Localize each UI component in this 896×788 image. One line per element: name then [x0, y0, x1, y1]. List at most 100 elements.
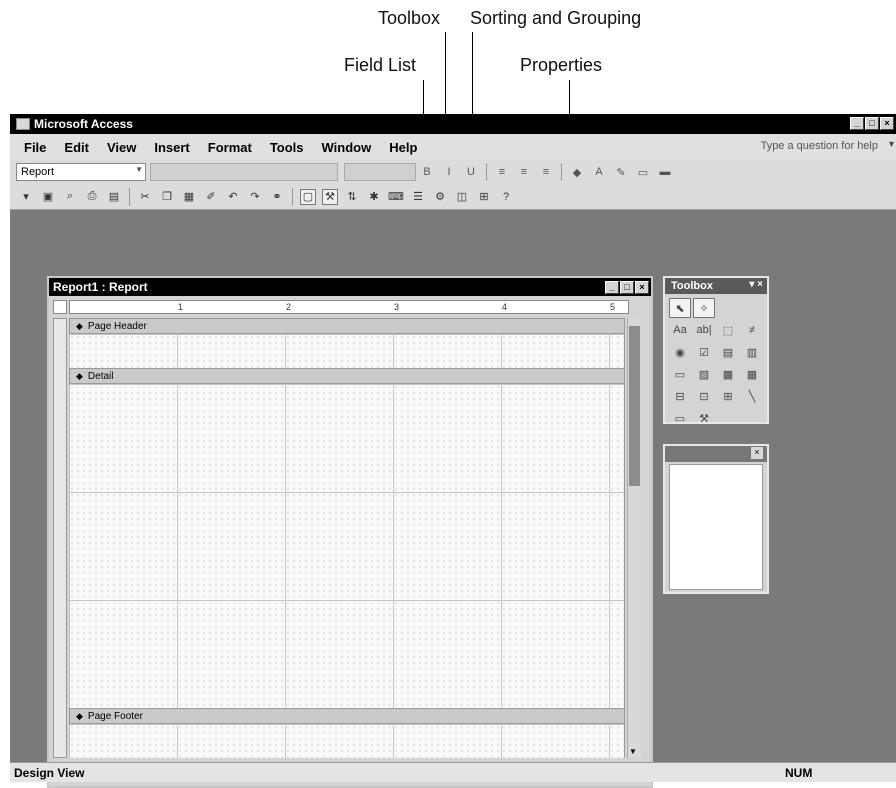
- page-header-grid[interactable]: [69, 334, 625, 368]
- font-name-combo[interactable]: [150, 163, 338, 181]
- option-button-icon[interactable]: ◉: [669, 342, 691, 362]
- unbound-frame-icon[interactable]: ▩: [717, 364, 739, 384]
- field-list-callout: Field List: [344, 55, 417, 75]
- save-icon[interactable]: ▣: [40, 189, 56, 205]
- italic-icon[interactable]: I: [441, 164, 457, 180]
- label-icon[interactable]: Aa: [669, 320, 691, 340]
- restore-button[interactable]: □: [865, 117, 879, 130]
- page-break-icon[interactable]: ⊟: [669, 386, 691, 406]
- properties-icon[interactable]: ☰: [410, 189, 426, 205]
- align-left-icon[interactable]: ≡: [494, 164, 510, 180]
- hyperlink-icon[interactable]: ⚭: [269, 189, 285, 205]
- toolbox-close-icon[interactable]: ▾ ×: [749, 279, 763, 290]
- vertical-ruler: [53, 318, 67, 758]
- autoformat-icon[interactable]: ✱: [366, 189, 382, 205]
- underline-icon[interactable]: U: [463, 164, 479, 180]
- bound-frame-icon[interactable]: ▦: [741, 364, 763, 384]
- menu-format[interactable]: Format: [208, 140, 252, 155]
- font-size-combo[interactable]: [344, 163, 416, 181]
- redo-icon[interactable]: ↷: [247, 189, 263, 205]
- print-preview-icon[interactable]: ▤: [106, 189, 122, 205]
- list-box-icon[interactable]: ▥: [741, 342, 763, 362]
- view-icon[interactable]: ▾: [18, 189, 34, 205]
- report-title: Report1 : Report: [53, 280, 148, 294]
- formatting-toolbar: Report ▼ B I U ≡ ≡ ≡ ◆ A ✎ ▭ ▬: [10, 160, 896, 184]
- format-painter-icon[interactable]: ✐: [203, 189, 219, 205]
- search-icon[interactable]: ⌕: [62, 189, 78, 205]
- text-box-icon[interactable]: ab|: [693, 320, 715, 340]
- code-icon[interactable]: ⌨: [388, 189, 404, 205]
- report-restore-button[interactable]: □: [620, 281, 634, 294]
- more-controls-icon[interactable]: ⚒: [693, 408, 715, 428]
- field-list-close-icon[interactable]: ×: [751, 447, 763, 459]
- app-title: Microsoft Access: [34, 117, 133, 131]
- object-combo[interactable]: Report ▼: [16, 163, 146, 181]
- font-color-icon[interactable]: A: [591, 164, 607, 180]
- scroll-down-icon[interactable]: ▼: [629, 747, 637, 756]
- toolbox-palette: Toolbox ▾ × ⬉ ✧ Aa ab| ⬚ ≠ ◉ ☑ ▤ ▥ ▭ ▨ ▩…: [663, 276, 769, 425]
- field-list-body[interactable]: [669, 464, 763, 590]
- field-list-icon[interactable]: ▢: [300, 188, 316, 205]
- report-minimize-button[interactable]: _: [605, 281, 619, 294]
- menu-window[interactable]: Window: [322, 140, 372, 155]
- rectangle-icon[interactable]: ▭: [669, 408, 691, 428]
- select-pointer-icon[interactable]: ⬉: [669, 298, 691, 318]
- build-icon[interactable]: ⚙: [432, 189, 448, 205]
- toolbox-icon[interactable]: ⚒: [322, 188, 338, 205]
- paste-icon[interactable]: ▦: [181, 189, 197, 205]
- toggle-icon[interactable]: ≠: [741, 320, 763, 340]
- sorting-grouping-icon[interactable]: ⇅: [344, 189, 360, 205]
- toolbox-titlebar[interactable]: Toolbox ▾ ×: [665, 278, 767, 294]
- special-effect-icon[interactable]: ▬: [657, 164, 673, 180]
- vertical-scroll-thumb[interactable]: [629, 326, 640, 486]
- blank-tool: [741, 298, 763, 318]
- app-titlebar: Microsoft Access _ □ ×: [10, 114, 896, 134]
- copy-icon[interactable]: ❐: [159, 189, 175, 205]
- menu-tools[interactable]: Tools: [270, 140, 304, 155]
- status-num-indicator: NUM: [785, 766, 813, 780]
- ruler-tick: 1: [178, 302, 184, 312]
- close-button[interactable]: ×: [880, 117, 894, 130]
- status-mode: Design View: [14, 765, 85, 780]
- page-header-section-bar[interactable]: ◆ Page Header: [69, 318, 625, 334]
- new-object-icon[interactable]: ⊞: [476, 189, 492, 205]
- menu-insert[interactable]: Insert: [154, 140, 189, 155]
- wizard-icon[interactable]: ✧: [693, 298, 715, 318]
- line-color-icon[interactable]: ✎: [613, 164, 629, 180]
- align-right-icon[interactable]: ≡: [538, 164, 554, 180]
- minimize-button[interactable]: _: [850, 117, 864, 130]
- undo-icon[interactable]: ↶: [225, 189, 241, 205]
- option-group-icon[interactable]: ⬚: [717, 320, 739, 340]
- vertical-scrollbar[interactable]: ▼: [627, 318, 641, 758]
- section-marker-icon: ◆: [76, 320, 83, 331]
- cut-icon[interactable]: ✂: [137, 189, 153, 205]
- fill-color-icon[interactable]: ◆: [569, 164, 585, 180]
- combo-box-icon[interactable]: ▤: [717, 342, 739, 362]
- menu-view[interactable]: View: [107, 140, 136, 155]
- menu-help[interactable]: Help: [389, 140, 417, 155]
- field-list-titlebar[interactable]: ×: [665, 446, 767, 462]
- report-close-button[interactable]: ×: [635, 281, 649, 294]
- line-width-icon[interactable]: ▭: [635, 164, 651, 180]
- line-icon[interactable]: ╲: [741, 386, 763, 406]
- help-question-box[interactable]: Type a question for help: [761, 140, 878, 152]
- bold-icon[interactable]: B: [419, 164, 435, 180]
- align-center-icon[interactable]: ≡: [516, 164, 532, 180]
- check-box-icon[interactable]: ☑: [693, 342, 715, 362]
- report-selector[interactable]: [53, 300, 67, 314]
- tab-control-icon[interactable]: ⊡: [693, 386, 715, 406]
- print-icon[interactable]: ⎙: [84, 189, 100, 205]
- database-window-icon[interactable]: ◫: [454, 189, 470, 205]
- ruler-tick: 4: [502, 302, 508, 312]
- image-icon[interactable]: ▨: [693, 364, 715, 384]
- detail-section-bar[interactable]: ◆ Detail: [69, 368, 625, 384]
- menu-file[interactable]: File: [24, 140, 46, 155]
- page-footer-section-bar[interactable]: ◆ Page Footer: [69, 708, 625, 724]
- menu-edit[interactable]: Edit: [64, 140, 89, 155]
- page-footer-grid[interactable]: [69, 724, 625, 758]
- detail-grid[interactable]: [69, 384, 625, 708]
- command-button-icon[interactable]: ▭: [669, 364, 691, 384]
- subform-icon[interactable]: ⊞: [717, 386, 739, 406]
- help-dropdown-icon[interactable]: ▾: [889, 139, 894, 150]
- help-icon[interactable]: ?: [498, 189, 514, 205]
